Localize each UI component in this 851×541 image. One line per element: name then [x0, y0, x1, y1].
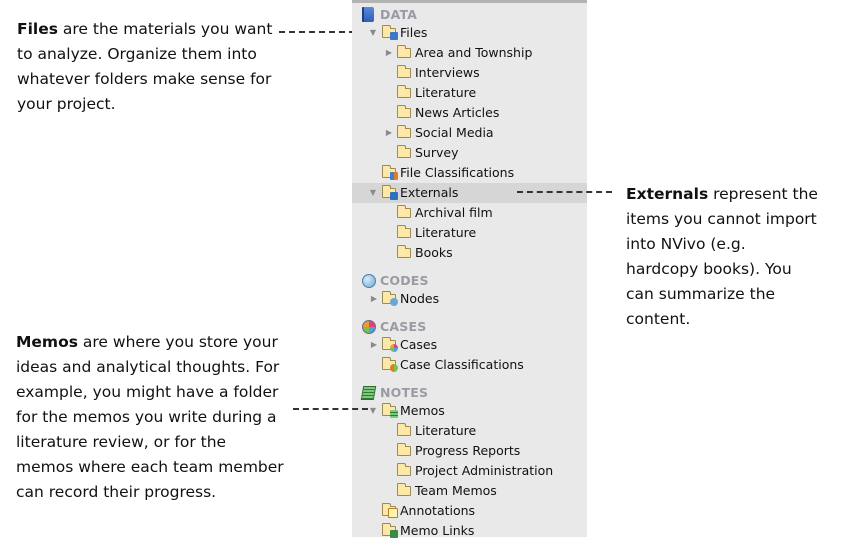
folder-icon — [397, 105, 411, 118]
tree-item-progress-reports[interactable]: Progress Reports — [352, 441, 587, 461]
tree-item-news-articles[interactable]: News Articles — [352, 103, 587, 123]
externals-folder-icon — [382, 185, 398, 200]
folder-icon — [397, 65, 411, 78]
memos-callout: Memos are where you store your ideas and… — [16, 333, 284, 501]
tree-item-archival-film[interactable]: Archival film — [352, 203, 587, 223]
case-classifications-icon — [382, 357, 398, 372]
memos-folder-icon — [382, 403, 398, 418]
files-connector — [279, 31, 355, 33]
tree-item-label: Nodes — [400, 291, 440, 306]
tree-item-case-classifications[interactable]: Case Classifications — [352, 355, 587, 375]
tree-item-files[interactable]: ▼ Files — [352, 23, 587, 43]
tree-item-cases[interactable]: ▶ Cases — [352, 335, 587, 355]
tree-item-label: Memo Links — [400, 523, 475, 538]
files-folder-icon — [382, 25, 398, 40]
folder-icon — [397, 145, 411, 158]
cases-folder-icon — [382, 337, 398, 352]
tree-item-label: Case Classifications — [400, 357, 524, 372]
tree-item-literature[interactable]: Literature — [352, 223, 587, 243]
section-cases[interactable]: CASES — [352, 317, 587, 337]
tree-item-project-administration[interactable]: Project Administration — [352, 461, 587, 481]
nodes-folder-icon — [382, 291, 398, 306]
files-callout-title: Files — [17, 20, 58, 38]
files-callout: Files are the materials you want to anal… — [17, 20, 273, 113]
tree-item-label: File Classifications — [400, 165, 515, 180]
externals-connector — [517, 191, 612, 193]
section-codes[interactable]: CODES — [352, 271, 587, 291]
codes-sphere-icon — [362, 274, 376, 288]
expand-triangle-right-icon[interactable]: ▶ — [369, 289, 379, 309]
section-notes-label: NOTES — [380, 385, 429, 400]
tree-item-nodes[interactable]: ▶ Nodes — [352, 289, 587, 309]
tree-item-label: Annotations — [400, 503, 476, 518]
expand-triangle-right-icon[interactable]: ▶ — [384, 123, 394, 143]
file-classifications-icon — [382, 165, 398, 180]
tree-item-label: Project Administration — [415, 463, 554, 478]
tree-item-label: Cases — [400, 337, 438, 352]
memo-links-folder-icon — [382, 523, 398, 538]
section-codes-label: CODES — [380, 273, 429, 288]
tree-item-area-and-township[interactable]: ▶ Area and Township — [352, 43, 587, 63]
section-notes[interactable]: NOTES — [352, 383, 587, 403]
folder-icon — [397, 205, 411, 218]
data-book-icon — [362, 7, 374, 22]
folder-icon — [397, 483, 411, 496]
tree-item-label: Survey — [415, 145, 459, 160]
folder-icon — [397, 423, 411, 436]
tree-item-literature[interactable]: Literature — [352, 83, 587, 103]
section-data-label: DATA — [380, 7, 418, 22]
expand-triangle-right-icon[interactable]: ▶ — [369, 335, 379, 355]
annotations-folder-icon — [382, 503, 398, 518]
tree-item-books[interactable]: Books — [352, 243, 587, 263]
tree-item-label: Files — [400, 25, 428, 40]
folder-icon — [397, 225, 411, 238]
tree-item-label: Books — [415, 245, 453, 260]
section-data[interactable]: DATA — [352, 5, 587, 25]
tree-item-label: Literature — [415, 423, 477, 438]
tree-item-label: News Articles — [415, 105, 500, 120]
notes-notepad-icon — [360, 386, 377, 400]
expand-triangle-down-icon[interactable]: ▼ — [368, 23, 378, 43]
tree-item-label: Team Memos — [415, 483, 497, 498]
tree-item-label: Interviews — [415, 65, 480, 80]
tree-item-memo-links[interactable]: Memo Links — [352, 521, 587, 541]
tree-item-team-memos[interactable]: Team Memos — [352, 481, 587, 501]
navigation-tree-panel: DATA ▼ Files ▶ Area and Township Intervi… — [352, 0, 587, 538]
tree-item-label: Social Media — [415, 125, 494, 140]
tree-item-label: Area and Township — [415, 45, 533, 60]
folder-icon — [397, 45, 411, 58]
tree-item-survey[interactable]: Survey — [352, 143, 587, 163]
tree-item-annotations[interactable]: Annotations — [352, 501, 587, 521]
memos-connector — [293, 408, 368, 410]
expand-triangle-down-icon[interactable]: ▼ — [368, 401, 378, 421]
externals-callout: Externals represent the items you cannot… — [626, 185, 818, 328]
folder-icon — [397, 125, 411, 138]
tree-item-label: Memos — [400, 403, 445, 418]
tree-item-label: Literature — [415, 225, 477, 240]
tree-item-label: Externals — [400, 185, 459, 200]
expand-triangle-right-icon[interactable]: ▶ — [384, 43, 394, 63]
folder-icon — [397, 443, 411, 456]
memos-callout-title: Memos — [16, 333, 78, 351]
tree-item-externals[interactable]: ▼ Externals — [352, 183, 587, 203]
tree-item-file-classifications[interactable]: File Classifications — [352, 163, 587, 183]
folder-icon — [397, 85, 411, 98]
tree-item-label: Progress Reports — [415, 443, 521, 458]
folder-icon — [397, 245, 411, 258]
section-cases-label: CASES — [380, 319, 427, 334]
tree-item-label: Archival film — [415, 205, 493, 220]
tree-item-memos[interactable]: ▼ Memos — [352, 401, 587, 421]
tree-item-social-media[interactable]: ▶ Social Media — [352, 123, 587, 143]
folder-icon — [397, 463, 411, 476]
externals-callout-title: Externals — [626, 185, 709, 203]
tree-item-literature[interactable]: Literature — [352, 421, 587, 441]
expand-triangle-down-icon[interactable]: ▼ — [368, 183, 378, 203]
cases-pie-icon — [362, 320, 376, 334]
tree-item-interviews[interactable]: Interviews — [352, 63, 587, 83]
tree-item-label: Literature — [415, 85, 477, 100]
